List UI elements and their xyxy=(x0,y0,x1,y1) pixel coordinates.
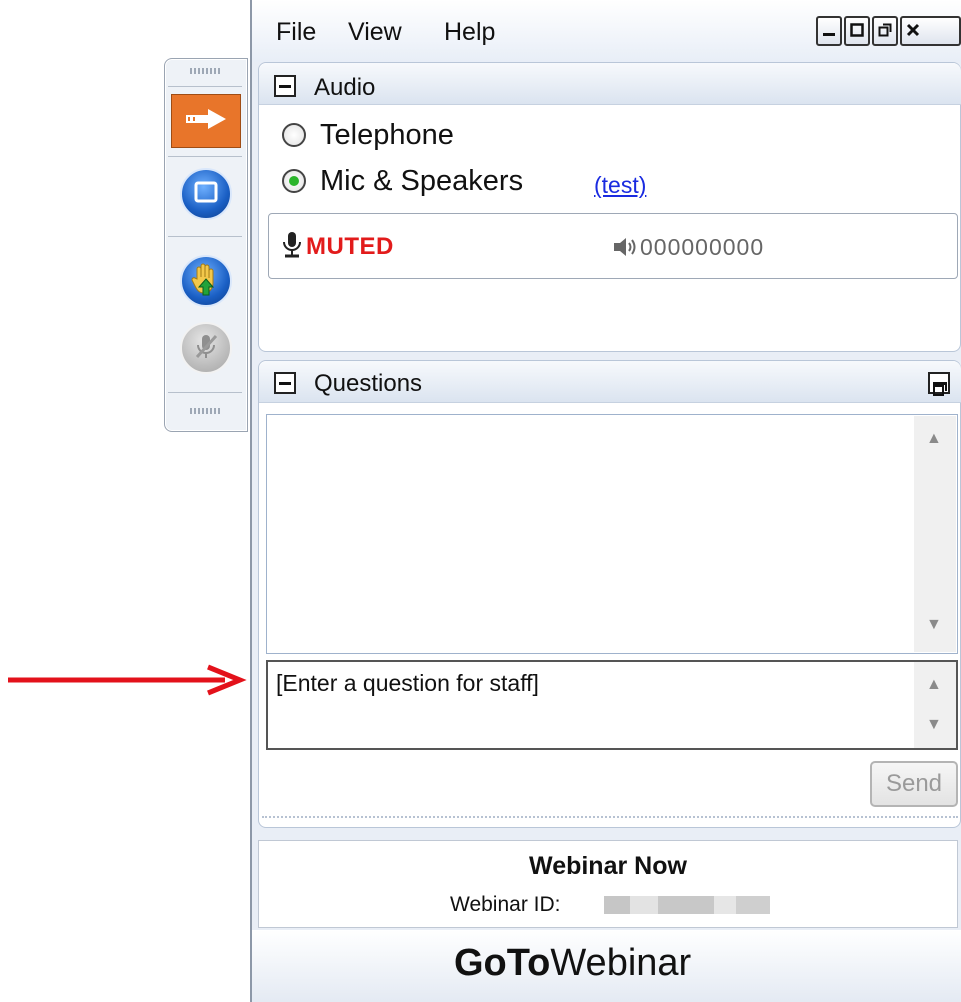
scroll-down-icon[interactable]: ▼ xyxy=(926,716,942,734)
audio-collapse-button[interactable] xyxy=(274,75,296,97)
scroll-up-icon[interactable]: ▲ xyxy=(926,676,942,694)
toolbar-separator xyxy=(168,392,242,393)
mic-speakers-radio[interactable] xyxy=(282,169,306,193)
mic-speakers-label[interactable]: Mic & Speakers xyxy=(320,165,523,198)
question-input-scrollbar[interactable] xyxy=(914,662,956,748)
audio-panel-title: Audio xyxy=(314,74,376,101)
toolbar-separator xyxy=(168,156,242,157)
raise-hand-icon xyxy=(189,261,223,302)
gotowebinar-logo: GoToWebinar xyxy=(454,942,691,985)
toolbar-grip-top[interactable] xyxy=(190,68,220,74)
restore-button[interactable] xyxy=(872,16,898,46)
menu-help[interactable]: Help xyxy=(444,18,495,47)
maximize-button[interactable] xyxy=(844,16,870,46)
minus-icon xyxy=(279,84,291,88)
scroll-down-icon[interactable]: ▼ xyxy=(926,616,942,634)
mic-toggle-button[interactable] xyxy=(180,322,232,374)
questions-popout-button[interactable] xyxy=(928,372,950,396)
toolbar-separator xyxy=(168,86,242,87)
minimize-icon xyxy=(822,21,836,42)
telephone-radio[interactable] xyxy=(282,123,306,147)
questions-log[interactable] xyxy=(266,414,958,654)
annotation-arrow xyxy=(8,664,247,696)
webinar-id-redacted xyxy=(604,896,770,914)
screen-icon xyxy=(193,180,219,209)
webinar-name: Webinar Now xyxy=(529,852,687,880)
questions-panel-title: Questions xyxy=(314,370,423,397)
show-hide-panel-button[interactable] xyxy=(171,94,241,148)
menu-view[interactable]: View xyxy=(348,18,402,47)
mic-disabled-icon xyxy=(191,331,221,366)
mic-status: MUTED xyxy=(306,233,394,260)
scroll-up-icon[interactable]: ▲ xyxy=(926,430,942,448)
minimize-button[interactable] xyxy=(816,16,842,46)
restore-icon xyxy=(878,21,892,42)
question-input-placeholder[interactable]: [Enter a question for staff] xyxy=(276,670,539,697)
maximize-icon xyxy=(850,21,864,42)
toolbar-grip-bottom[interactable] xyxy=(190,408,220,414)
minus-icon xyxy=(279,381,291,385)
toolbar-separator xyxy=(168,236,242,237)
show-hide-arrow-icon xyxy=(184,107,228,136)
raise-hand-button[interactable] xyxy=(180,255,232,307)
telephone-label[interactable]: Telephone xyxy=(320,119,454,152)
panel-divider xyxy=(262,816,958,818)
popout-icon xyxy=(933,381,947,396)
speaker-icon xyxy=(612,235,638,264)
close-icon xyxy=(906,21,920,42)
audio-panel xyxy=(258,62,961,352)
logo-bold: GoTo xyxy=(454,942,551,984)
menu-file[interactable]: File xyxy=(276,18,316,47)
microphone-icon xyxy=(280,230,304,265)
webinar-id-label: Webinar ID: xyxy=(450,893,561,916)
questions-collapse-button[interactable] xyxy=(274,372,296,394)
logo-regular: Webinar xyxy=(550,942,692,984)
close-button[interactable] xyxy=(900,16,961,46)
speaker-level-meter: 000000000 xyxy=(640,234,765,260)
screen-button[interactable] xyxy=(180,168,232,220)
audio-test-link[interactable]: (test) xyxy=(594,172,646,199)
send-button[interactable]: Send xyxy=(870,761,958,807)
